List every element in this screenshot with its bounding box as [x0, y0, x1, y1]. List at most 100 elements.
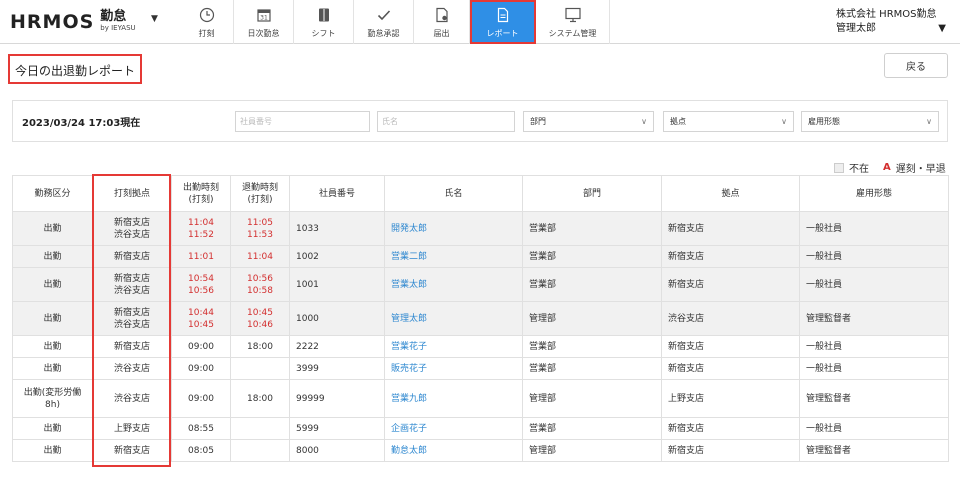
employee-number-input[interactable] [235, 111, 370, 132]
punch-office-line: 渋谷支店 [113, 363, 150, 374]
page-title: 今日の出退勤レポート [8, 54, 143, 84]
nav-item-punch[interactable]: 打刻 [180, 0, 234, 44]
clock-out-time: 10:58 [247, 285, 273, 296]
office-select-label: 拠点 [670, 117, 686, 126]
cell-work-type: 出勤 [12, 267, 93, 302]
report-timestamp: 2023/03/24 17:03現在 [22, 118, 141, 129]
employment-type-select[interactable]: 雇用形態 ∨ [801, 111, 939, 132]
nav-item-system-settings[interactable]: システム管理 [536, 0, 610, 44]
employee-name-input[interactable] [377, 111, 515, 132]
clock-out-time: 10:45 [247, 307, 273, 318]
cell-office: 新宿支店 [661, 439, 800, 462]
employee-name-link[interactable]: 管理太郎 [391, 314, 427, 324]
employee-name-link[interactable]: 営業花子 [391, 342, 427, 352]
cell-work-type: 出勤 [12, 439, 93, 462]
col-header-name[interactable]: 氏名 [384, 175, 523, 212]
cell-clock-out [230, 439, 290, 462]
nav-label: シフト [311, 29, 336, 38]
punch-office-line: 新宿支店 [113, 273, 150, 284]
clock-out-time: 11:04 [247, 251, 273, 262]
table-row: 出勤 新宿支店 渋谷支店 10:54 10:56 10:56 10:58 1001 営… [12, 267, 949, 302]
clock-in-time: 09:00 [188, 341, 214, 352]
cell-name: 販売花子 [384, 357, 523, 380]
nav-label: 日次勤怠 [247, 29, 280, 38]
clock-in-time: 10:44 [188, 307, 214, 318]
cell-name: 勤怠太郎 [384, 439, 523, 462]
cell-clock-out: 18:00 [230, 379, 290, 418]
table-row: 出勤 渋谷支店 09:00 3999 販売花子 営業部 新宿支店 一般社員 [12, 357, 949, 380]
nav-label: システム管理 [548, 29, 597, 38]
clock-in-time: 10:45 [188, 319, 214, 330]
cell-employment-type: 一般社員 [799, 357, 949, 380]
cell-punch-office: 新宿支店 [92, 245, 172, 268]
cell-clock-out: 10:45 10:46 [230, 301, 290, 336]
office-select[interactable]: 拠点 ∨ [663, 111, 794, 132]
table-header-row: 勤務区分 打刻拠点 出勤時刻 (打刻) 退勤時刻 (打刻) 社員番号 氏名 部門 拠… [12, 175, 949, 212]
employee-name-link[interactable]: 販売花子 [391, 364, 427, 374]
logo-wordmark: HRMOS [10, 11, 95, 33]
col-header-employment-type[interactable]: 雇用形態 [799, 175, 949, 212]
main-nav: 打刻 31 日次勤怠 シフト 勤怠承認 届出 レポート システム管理 [180, 0, 610, 44]
cell-name: 営業九郎 [384, 379, 523, 418]
shift-icon [313, 5, 335, 25]
svg-text:31: 31 [260, 15, 268, 22]
cell-employee-number: 3999 [289, 357, 385, 380]
cell-work-type: 出勤 [12, 335, 93, 358]
nav-label: 打刻 [198, 29, 215, 38]
nav-item-requests[interactable]: 届出 [414, 0, 470, 44]
employee-name-link[interactable]: 企画花子 [391, 424, 427, 434]
product-switch-caret-icon[interactable]: ▼ [151, 14, 158, 24]
back-button[interactable]: 戻る [884, 53, 948, 78]
employee-name-link[interactable]: 営業太郎 [391, 280, 427, 290]
clock-in-time: 10:54 [188, 273, 214, 284]
cell-clock-out: 18:00 [230, 335, 290, 358]
clock-in-time: 09:00 [188, 393, 214, 404]
col-header-clock-in[interactable]: 出勤時刻 (打刻) [171, 175, 231, 212]
nav-item-shift[interactable]: シフト [294, 0, 354, 44]
cell-office: 新宿支店 [661, 267, 800, 302]
nav-label: レポート [486, 29, 519, 38]
col-header-work-type[interactable]: 勤務区分 [12, 175, 93, 212]
cell-name: 開発太郎 [384, 211, 523, 246]
department-select[interactable]: 部門 ∨ [523, 111, 654, 132]
col-header-clock-out[interactable]: 退勤時刻 (打刻) [230, 175, 290, 212]
col-header-employee-number[interactable]: 社員番号 [289, 175, 385, 212]
cell-employee-number: 2222 [289, 335, 385, 358]
employee-name-link[interactable]: 営業二郎 [391, 252, 427, 262]
cell-employment-type: 一般社員 [799, 417, 949, 440]
cell-name: 営業二郎 [384, 245, 523, 268]
cell-clock-in: 10:54 10:56 [171, 267, 231, 302]
cell-employment-type: 一般社員 [799, 211, 949, 246]
table-row: 出勤 新宿支店 09:00 18:00 2222 営業花子 営業部 新宿支店 一… [12, 335, 949, 358]
punch-office-line: 新宿支店 [113, 217, 150, 228]
col-header-punch-office[interactable]: 打刻拠点 [92, 175, 172, 212]
cell-department: 営業部 [522, 211, 662, 246]
cell-work-type: 出勤 [12, 211, 93, 246]
cell-employee-number: 1000 [289, 301, 385, 336]
employee-name-link[interactable]: 勤怠太郎 [391, 446, 427, 456]
cell-clock-in: 09:00 [171, 335, 231, 358]
cell-name: 企画花子 [384, 417, 523, 440]
punch-office-line: 渋谷支店 [113, 393, 150, 404]
employee-name-link[interactable]: 開発太郎 [391, 224, 427, 234]
account-caret-icon[interactable]: ▼ [938, 22, 946, 36]
employee-name-link[interactable]: 営業九郎 [391, 394, 427, 404]
cell-employment-type: 管理監督者 [799, 439, 949, 462]
col-header-office[interactable]: 拠点 [661, 175, 800, 212]
account-menu[interactable]: 株式会社 HRMOS勤怠 管理太郎 ▼ [836, 8, 946, 36]
cell-department: 管理部 [522, 379, 662, 418]
chevron-down-icon: ∨ [641, 117, 647, 126]
cell-department: 営業部 [522, 335, 662, 358]
cell-punch-office: 新宿支店 渋谷支店 [92, 211, 172, 246]
punch-office-line: 新宿支店 [113, 251, 150, 262]
check-icon [373, 5, 395, 25]
cell-clock-out: 11:05 11:53 [230, 211, 290, 246]
absent-legend-label: 不在 [849, 164, 869, 175]
hrmos-logo[interactable]: HRMOS 勤怠 by IEYASU [10, 9, 136, 35]
nav-item-daily-attendance[interactable]: 31 日次勤怠 [234, 0, 294, 44]
col-header-department[interactable]: 部門 [522, 175, 662, 212]
nav-item-attendance-approval[interactable]: 勤怠承認 [354, 0, 414, 44]
cell-employee-number: 5999 [289, 417, 385, 440]
cell-clock-out [230, 357, 290, 380]
nav-item-report[interactable]: レポート [470, 0, 536, 44]
